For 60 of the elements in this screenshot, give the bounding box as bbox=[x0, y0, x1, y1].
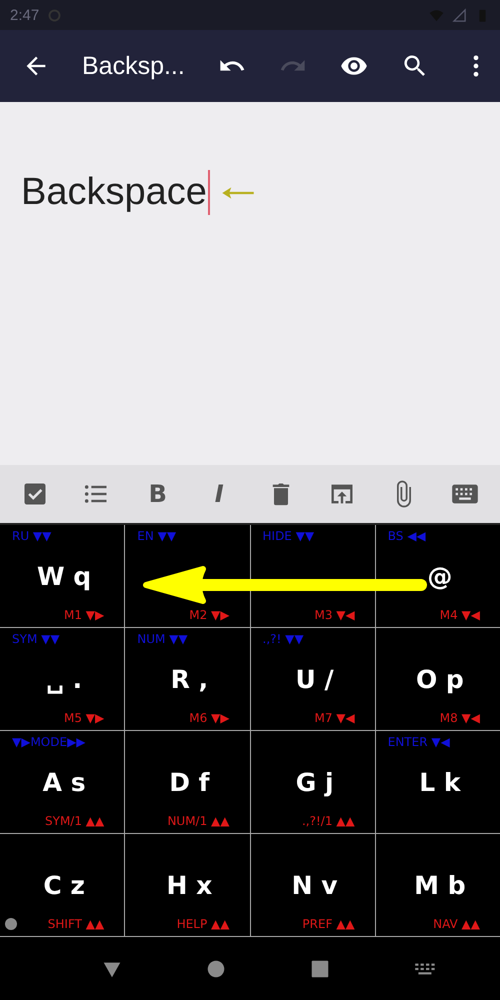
note-text[interactable]: Backspace bbox=[21, 171, 207, 214]
key-hint: HIDE ▼▼ bbox=[262, 529, 314, 545]
keyboard-key[interactable]: BS ◀◀ @ M4 ▼◀ bbox=[376, 525, 500, 627]
key-hint: SHIFT ▲▲ bbox=[48, 917, 104, 931]
key-hint: NUM/1 ▲▲ bbox=[167, 814, 230, 828]
note-title: Backsp... bbox=[82, 52, 185, 80]
key-hint: M1 ▼▶ bbox=[64, 608, 104, 622]
key-label: C z bbox=[43, 870, 85, 900]
key-hint: SYM ▼▼ bbox=[12, 632, 60, 648]
key-hint: SYM/1 ▲▲ bbox=[45, 814, 104, 828]
key-label: W q bbox=[37, 562, 92, 590]
text-cursor bbox=[208, 170, 210, 215]
key-hint: M7 ▼◀ bbox=[314, 711, 355, 725]
keyboard-key[interactable]: ▼▶MODE▶▶ A s SYM/1 ▲▲ bbox=[0, 731, 124, 833]
key-hint: NUM ▼▼ bbox=[137, 632, 188, 648]
keyboard-key[interactable]: .,?! ▼▼ U / M7 ▼◀ bbox=[250, 628, 375, 730]
key-hint: M4 ▼◀ bbox=[440, 608, 480, 622]
keyboard-key[interactable]: ENTER ▼◀ L k bbox=[376, 731, 500, 833]
keyboard-key[interactable]: SYM ▼▼ ␣ . M5 ▼▶ bbox=[0, 628, 124, 730]
key-label: H x bbox=[166, 870, 212, 900]
keyboard-key[interactable]: RU ▼▼ W q M1 ▼▶ bbox=[0, 525, 124, 627]
keyboard-key[interactable]: M b NAV ▲▲ bbox=[376, 834, 500, 936]
italic-button[interactable]: I bbox=[205, 480, 234, 508]
keyboard-key[interactable]: N v PREF ▲▲ bbox=[250, 834, 375, 936]
key-label: G j bbox=[296, 768, 334, 796]
key-label: N v bbox=[292, 870, 338, 900]
key-hint: RU ▼▼ bbox=[12, 529, 52, 545]
key-hint: ▼▶MODE▶▶ bbox=[12, 735, 86, 751]
key-label: M b bbox=[414, 870, 466, 900]
key-hint: M8 ▼◀ bbox=[440, 711, 480, 725]
status-time: 2:47 bbox=[10, 6, 40, 24]
key-hint: M2 ▼▶ bbox=[189, 608, 230, 622]
key-label: U / bbox=[296, 664, 334, 694]
key-hint: .,?!/1 ▲▲ bbox=[302, 814, 355, 828]
key-hint: M6 ▼▶ bbox=[189, 711, 230, 725]
keyboard-key[interactable]: G j .,?!/1 ▲▲ bbox=[250, 731, 375, 833]
keyboard-key[interactable]: D f NUM/1 ▲▲ bbox=[125, 731, 250, 833]
key-label: L k bbox=[419, 768, 460, 796]
key-label: D f bbox=[169, 768, 210, 796]
key-label: O p bbox=[416, 664, 464, 694]
key-hint: NAV ▲▲ bbox=[433, 917, 480, 931]
signal-icon bbox=[452, 8, 467, 22]
key-label: R , bbox=[170, 664, 208, 694]
key-label: A s bbox=[42, 768, 86, 796]
key-hint: .,?! ▼▼ bbox=[262, 632, 304, 648]
key-hint: M5 ▼▶ bbox=[64, 711, 104, 725]
key-hint: HELP ▲▲ bbox=[176, 917, 230, 931]
key-hint: EN ▼▼ bbox=[137, 529, 176, 545]
keyboard-key[interactable]: C z SHIFT ▲▲ bbox=[0, 834, 124, 936]
keyboard-key[interactable]: NUM ▼▼ R , M6 ▼▶ bbox=[125, 628, 250, 730]
key-label: ␣ . bbox=[46, 664, 82, 694]
bold-button[interactable]: B bbox=[144, 480, 172, 508]
keyboard-key[interactable]: O p M8 ▼◀ bbox=[376, 628, 500, 730]
key-hint: ENTER ▼◀ bbox=[388, 735, 450, 751]
keyboard-key[interactable]: H x HELP ▲▲ bbox=[125, 834, 250, 936]
key-hint: PREF ▲▲ bbox=[302, 917, 355, 931]
key-label: @ bbox=[427, 562, 452, 590]
status-icon bbox=[47, 8, 62, 22]
key-hint: BS ◀◀ bbox=[388, 529, 426, 545]
key-hint: M3 ▼◀ bbox=[314, 608, 355, 622]
